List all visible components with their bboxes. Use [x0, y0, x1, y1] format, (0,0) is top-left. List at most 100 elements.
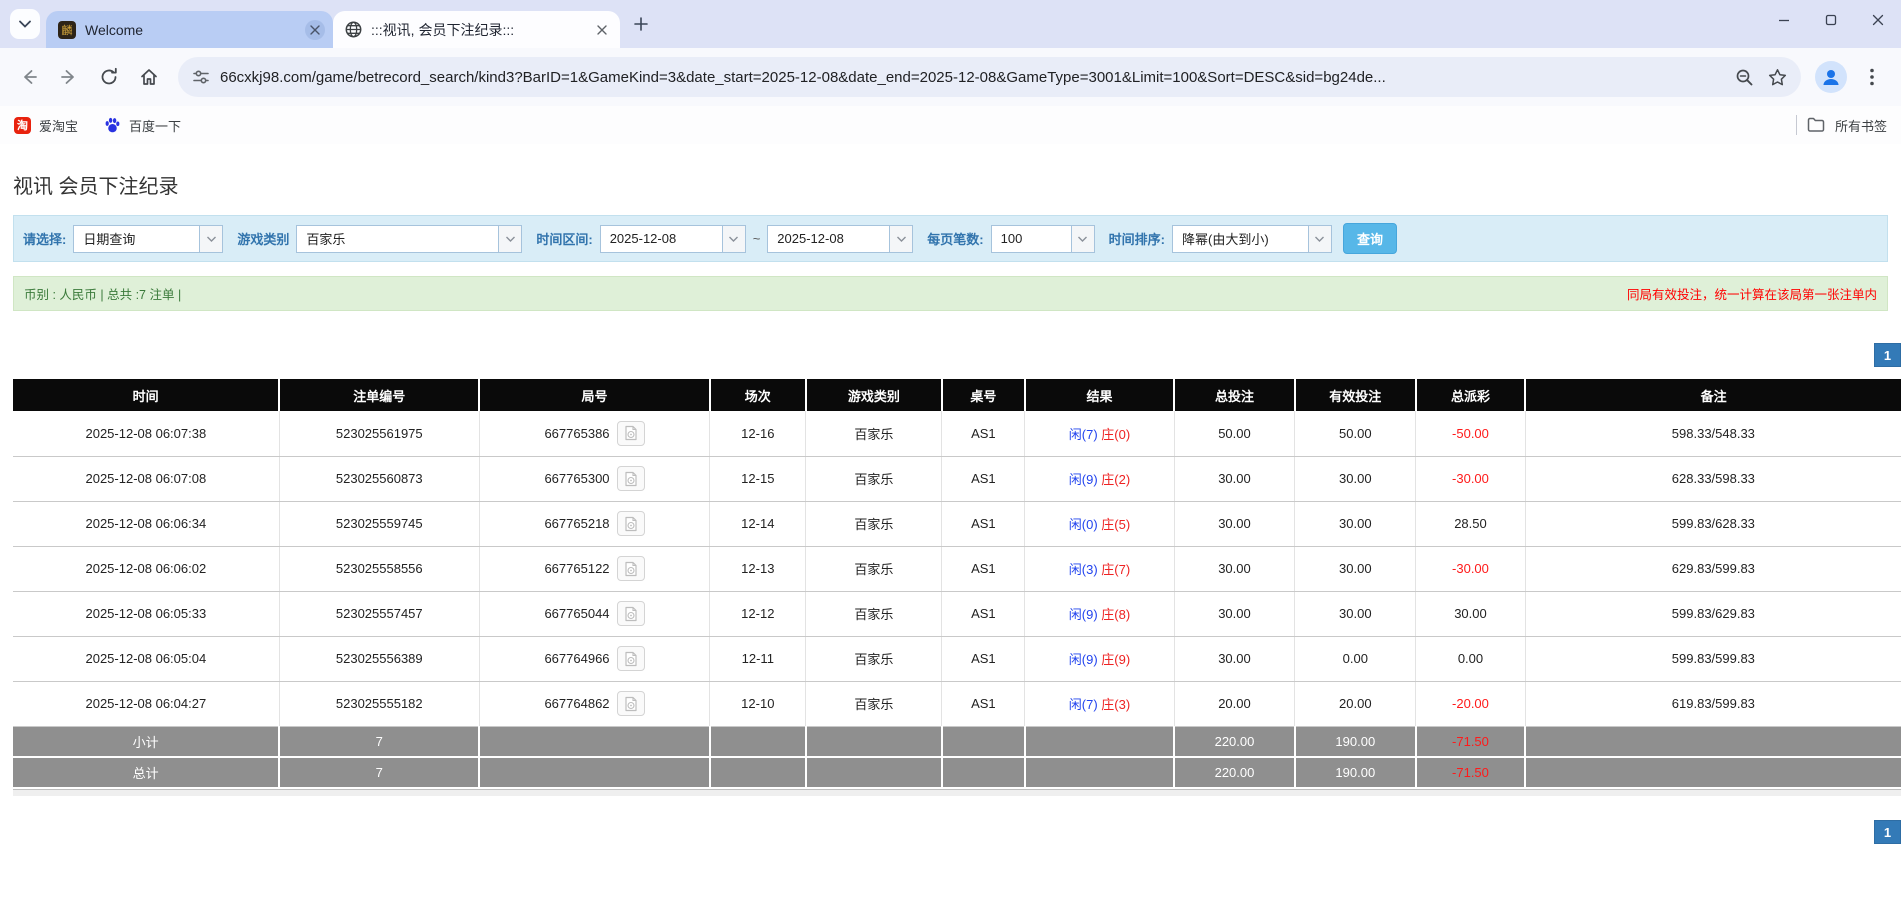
video-replay-button[interactable] — [617, 556, 645, 581]
site-settings-icon[interactable] — [192, 68, 210, 86]
chevron-down-icon[interactable] — [199, 226, 222, 252]
cell-total-bet: 30.00 — [1174, 591, 1295, 636]
cell-valid-bet: 20.00 — [1295, 681, 1416, 726]
cell-valid-bet: 30.00 — [1295, 456, 1416, 501]
cell-bet-id: 523025561975 — [279, 411, 479, 456]
forward-button[interactable] — [50, 58, 88, 96]
cell-game-category: 百家乐 — [806, 411, 942, 456]
total-valid-bet: 190.00 — [1295, 757, 1416, 788]
cell-round: 667765218 — [479, 501, 709, 546]
result-banker: 庄(7) — [1101, 562, 1130, 577]
back-button[interactable] — [10, 58, 48, 96]
cell-table-no: AS1 — [942, 681, 1025, 726]
video-replay-button[interactable] — [617, 511, 645, 536]
col-round: 局号 — [479, 379, 709, 411]
result-player: 闲(9) — [1069, 652, 1098, 667]
tab-bet-records[interactable]: :::视讯, 会员下注纪录::: — [333, 11, 620, 48]
video-replay-button[interactable] — [617, 466, 645, 491]
cell-result: 闲(0) 庄(5) — [1025, 501, 1174, 546]
cell-payout: -30.00 — [1416, 456, 1526, 501]
per-page-select[interactable]: 100 — [991, 225, 1095, 253]
cell-note: 599.83/599.83 — [1525, 636, 1901, 681]
col-time: 时间 — [13, 379, 279, 411]
cell-table-no: AS1 — [942, 546, 1025, 591]
date-end-select[interactable]: 2025-12-08 — [767, 225, 913, 253]
close-tab-icon[interactable] — [592, 20, 612, 40]
page-1-button[interactable]: 1 — [1874, 343, 1901, 367]
round-number: 667765300 — [544, 471, 609, 486]
video-replay-button[interactable] — [617, 646, 645, 671]
chevron-down-icon[interactable] — [498, 226, 521, 252]
close-tab-icon[interactable] — [305, 20, 325, 40]
table-row: 2025-12-08 06:05:33 523025557457 6677650… — [13, 591, 1901, 636]
search-button[interactable]: 查询 — [1343, 223, 1397, 254]
close-window-button[interactable] — [1854, 0, 1901, 40]
video-replay-button[interactable] — [617, 601, 645, 626]
cell-bet-id: 523025560873 — [279, 456, 479, 501]
date-start-select[interactable]: 2025-12-08 — [600, 225, 746, 253]
cell-valid-bet: 30.00 — [1295, 546, 1416, 591]
cell-result: 闲(3) 庄(7) — [1025, 546, 1174, 591]
welcome-favicon: 麟 — [58, 21, 76, 39]
table-row: 2025-12-08 06:07:08 523025560873 6677653… — [13, 456, 1901, 501]
cell-total-bet: 30.00 — [1174, 501, 1295, 546]
divider — [1796, 115, 1797, 135]
per-page-value: 100 — [992, 226, 1071, 252]
cell-bet-id: 523025559745 — [279, 501, 479, 546]
sort-select[interactable]: 降幂(由大到小) — [1172, 225, 1332, 253]
table-row: 2025-12-08 06:07:38 523025561975 6677653… — [13, 411, 1901, 456]
round-number: 667765386 — [544, 426, 609, 441]
select-label: 请选择: — [23, 229, 66, 248]
cell-game-category: 百家乐 — [806, 501, 942, 546]
reload-button[interactable] — [90, 58, 128, 96]
maximize-button[interactable] — [1807, 0, 1854, 40]
total-row: 总计 7 220.00 190.00 -71.50 — [13, 757, 1901, 788]
new-tab-button[interactable] — [626, 9, 656, 39]
cell-bet-id: 523025558556 — [279, 546, 479, 591]
result-banker: 庄(5) — [1101, 517, 1130, 532]
page-1-button[interactable]: 1 — [1874, 820, 1901, 844]
game-category-label: 游戏类别 — [237, 229, 289, 248]
bookmark-baidu[interactable]: 百度一下 — [104, 116, 181, 135]
table-header-row: 时间 注单编号 局号 场次 游戏类别 桌号 结果 总投注 有效投注 总派彩 备注 — [13, 379, 1901, 411]
all-bookmarks[interactable]: 所有书签 — [1796, 115, 1887, 135]
minimize-button[interactable] — [1760, 0, 1807, 40]
bookmark-label: 百度一下 — [129, 116, 181, 135]
zoom-icon[interactable] — [1735, 68, 1754, 87]
tab-welcome[interactable]: 麟 Welcome — [46, 11, 333, 48]
subtotal-total-bet: 220.00 — [1174, 726, 1295, 757]
tab-search-button[interactable] — [10, 9, 40, 39]
bookmark-taobao[interactable]: 淘 爱淘宝 — [14, 116, 78, 135]
bookmark-star-icon[interactable] — [1768, 68, 1787, 87]
query-type-select[interactable]: 日期查询 — [73, 225, 223, 253]
taobao-icon: 淘 — [14, 117, 31, 134]
cell-bet-id: 523025555182 — [279, 681, 479, 726]
col-session: 场次 — [710, 379, 806, 411]
url-bar[interactable]: 66cxkj98.com/game/betrecord_search/kind3… — [178, 57, 1801, 97]
page-title: 视讯 会员下注纪录 — [0, 144, 1901, 199]
profile-avatar[interactable] — [1815, 61, 1847, 93]
home-button[interactable] — [130, 58, 168, 96]
col-bet-id: 注单编号 — [279, 379, 479, 411]
video-replay-button[interactable] — [617, 691, 645, 716]
chevron-down-icon[interactable] — [889, 226, 912, 252]
cell-note: 599.83/628.33 — [1525, 501, 1901, 546]
omnibox-actions — [1735, 68, 1787, 87]
table-row: 2025-12-08 06:06:34 523025559745 6677652… — [13, 501, 1901, 546]
chevron-down-icon[interactable] — [1308, 226, 1331, 252]
video-replay-button[interactable] — [617, 421, 645, 446]
subtotal-count: 7 — [279, 726, 479, 757]
table-bottom-strip — [13, 789, 1901, 796]
total-payout: -71.50 — [1416, 757, 1526, 788]
chevron-down-icon[interactable] — [722, 226, 745, 252]
cell-total-bet: 30.00 — [1174, 546, 1295, 591]
date-end-value: 2025-12-08 — [768, 226, 889, 252]
cell-payout: -30.00 — [1416, 546, 1526, 591]
chevron-down-icon[interactable] — [1071, 226, 1094, 252]
query-type-value: 日期查询 — [74, 226, 199, 252]
table-row: 2025-12-08 06:05:04 523025556389 6677649… — [13, 636, 1901, 681]
game-category-select[interactable]: 百家乐 — [296, 225, 522, 253]
browser-menu-button[interactable] — [1853, 58, 1891, 96]
cell-note: 619.83/599.83 — [1525, 681, 1901, 726]
url-text[interactable]: 66cxkj98.com/game/betrecord_search/kind3… — [220, 69, 1386, 86]
